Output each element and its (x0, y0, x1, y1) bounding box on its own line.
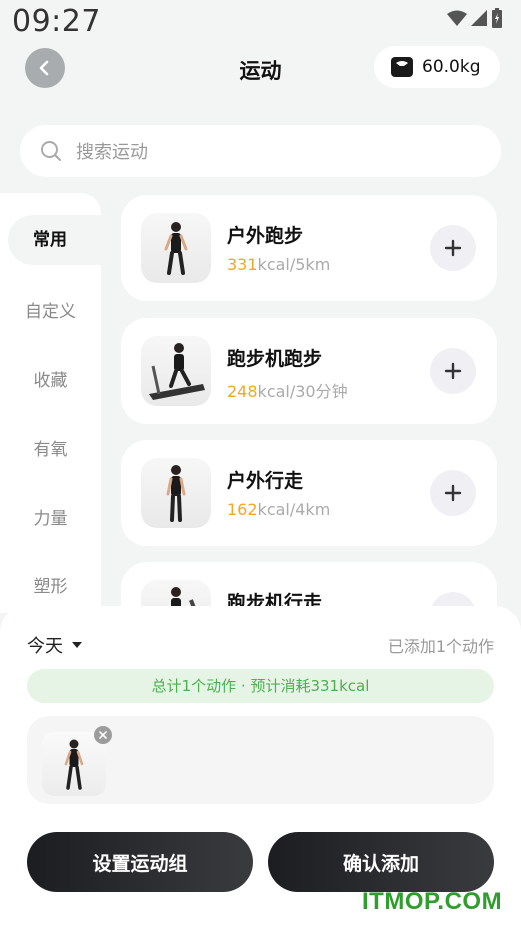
caret-down-icon (72, 642, 82, 648)
exercise-name: 户外跑步 (227, 225, 304, 247)
status-icons (447, 8, 503, 28)
add-button[interactable] (430, 470, 476, 516)
sidebar-item-strength[interactable]: 力量 (0, 504, 101, 529)
sidebar-item-shaping[interactable]: 塑形 (0, 572, 101, 597)
sidebar-item-common[interactable]: 常用 (8, 215, 101, 265)
plus-icon (444, 239, 462, 257)
scale-icon (391, 57, 413, 77)
sidebar-item-custom[interactable]: 自定义 (0, 297, 101, 322)
add-button[interactable] (430, 225, 476, 271)
selected-exercises (27, 716, 494, 804)
day-label: 今天 (27, 636, 63, 657)
confirm-add-button[interactable]: 确认添加 (268, 832, 494, 892)
search-icon (41, 141, 61, 161)
sidebar-item-favorites[interactable]: 收藏 (0, 366, 101, 391)
exercise-card[interactable]: 户外行走 162kcal/4km (121, 440, 497, 546)
add-button[interactable] (430, 348, 476, 394)
signal-icon (471, 10, 487, 26)
bottom-sheet: 今天 已添加1个动作 总计1个动作 · 预计消耗331kcal 设置运动组 确认… (0, 606, 521, 926)
plus-icon (444, 484, 462, 502)
search-placeholder: 搜索运动 (76, 142, 148, 163)
summary-bar: 总计1个动作 · 预计消耗331kcal (27, 669, 494, 703)
plus-icon (444, 362, 462, 380)
wifi-icon (447, 10, 467, 26)
exercise-card[interactable]: 户外跑步 331kcal/5km (121, 195, 497, 301)
battery-icon (492, 8, 502, 28)
weight-button[interactable]: 60.0kg (374, 46, 500, 88)
exercise-name: 户外行走 (227, 470, 304, 492)
search-input[interactable]: 搜索运动 (20, 125, 501, 177)
exercise-name: 跑步机跑步 (227, 348, 323, 370)
added-count: 已添加1个动作 (387, 637, 494, 656)
exercise-calories: 331kcal/5km (227, 255, 331, 274)
day-selector[interactable]: 今天 (27, 632, 83, 658)
exercise-card[interactable]: 跑步机跑步 248kcal/30分钟 (121, 318, 497, 424)
sidebar-item-aerobic[interactable]: 有氧 (0, 435, 101, 460)
status-time: 09:27 (12, 4, 101, 39)
remove-button[interactable] (94, 726, 112, 744)
weight-value: 60.0kg (422, 57, 481, 77)
status-bar: 09:27 (0, 0, 521, 44)
walker-image (141, 458, 211, 528)
close-icon (99, 731, 107, 739)
runner-image (141, 213, 211, 283)
exercise-calories: 248kcal/30分钟 (227, 382, 348, 401)
set-group-button[interactable]: 设置运动组 (27, 832, 253, 892)
treadmill-runner-image (141, 336, 211, 406)
watermark: ITMOP.COM (362, 888, 503, 915)
exercise-calories: 162kcal/4km (227, 500, 331, 519)
